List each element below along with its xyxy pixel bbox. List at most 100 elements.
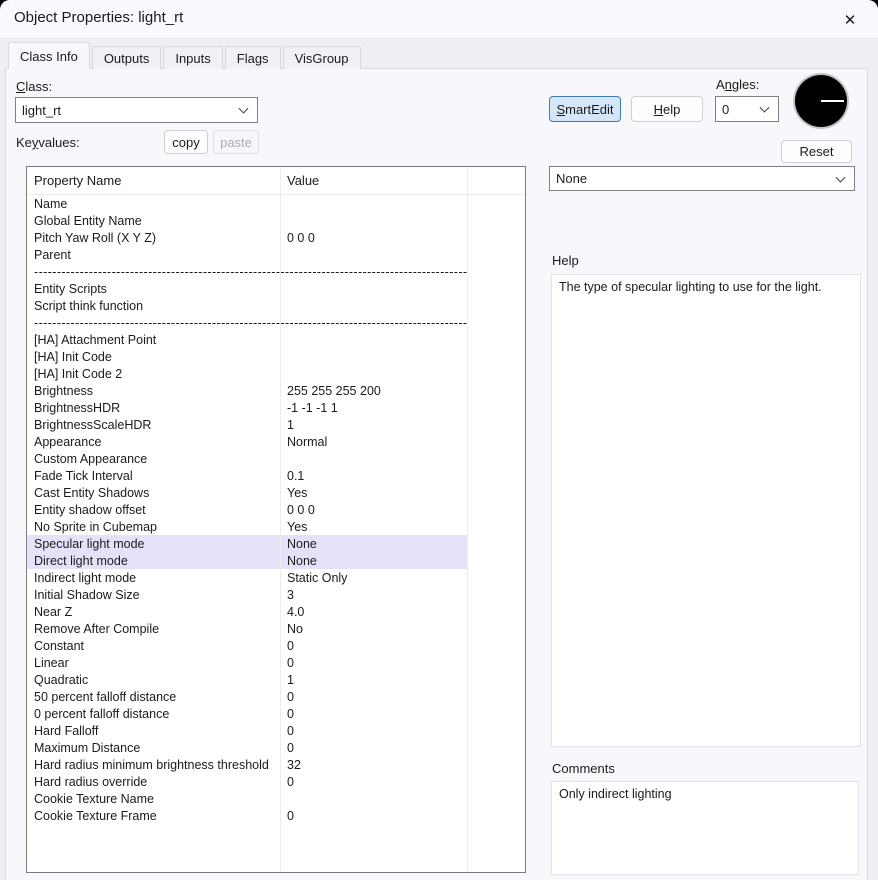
table-row[interactable]: [HA] Init Code 2 [27,365,525,382]
table-row[interactable]: ----------------------------------------… [27,263,525,280]
table-row[interactable]: ----------------------------------------… [27,314,525,331]
tab-class-info[interactable]: Class Info [8,42,90,69]
table-row[interactable]: Global Entity Name [27,212,525,229]
tab-flags[interactable]: Flags [225,46,281,69]
chevron-down-icon [836,172,846,182]
property-name-cell: No Sprite in Cubemap [27,520,280,534]
property-name-cell: Name [27,197,280,211]
property-name-cell: Parent [27,248,280,262]
property-value-cell: 0 [280,639,467,653]
property-name-cell: Custom Appearance [27,452,280,466]
property-name-cell: Linear [27,656,280,670]
table-row[interactable]: Custom Appearance [27,450,525,467]
property-name-cell: Cookie Texture Name [27,792,280,806]
reset-button[interactable]: Reset [781,140,852,163]
property-value-cell: 0 [280,809,467,823]
table-row[interactable]: Name [27,195,525,212]
value-combobox[interactable]: None [549,166,855,191]
property-name-cell: Indirect light mode [27,571,280,585]
smartedit-button[interactable]: SmartEdit [549,96,621,122]
paste-button[interactable]: paste [213,130,259,154]
property-name-cell: Constant [27,639,280,653]
table-row[interactable] [27,858,525,873]
angle-dial[interactable] [794,74,848,128]
table-row[interactable]: Brightness255 255 255 200 [27,382,525,399]
property-name-cell: Hard Falloff [27,724,280,738]
property-name-cell: Maximum Distance [27,741,280,755]
angles-combobox[interactable]: 0 [715,96,779,122]
tab-inputs[interactable]: Inputs [163,46,222,69]
property-name-cell: Cookie Texture Frame [27,809,280,823]
table-row[interactable]: Entity Scripts [27,280,525,297]
table-row[interactable] [27,841,525,858]
table-row[interactable]: Parent [27,246,525,263]
chevron-down-icon [760,103,770,113]
class-combobox[interactable]: light_rt [15,97,258,123]
property-name-cell: BrightnessScaleHDR [27,418,280,432]
window-title: Object Properties: light_rt [14,9,183,26]
table-row[interactable]: Direct light modeNone [27,552,525,569]
table-row[interactable]: Cookie Texture Name [27,790,525,807]
property-name-cell: Entity shadow offset [27,503,280,517]
table-row[interactable]: Pitch Yaw Roll (X Y Z)0 0 0 [27,229,525,246]
property-name-cell: Quadratic [27,673,280,687]
table-row[interactable]: Indirect light modeStatic Only [27,569,525,586]
table-row[interactable]: BrightnessHDR-1 -1 -1 1 [27,399,525,416]
property-value-cell: Normal [280,435,467,449]
property-name-cell: Global Entity Name [27,214,280,228]
property-value-cell: 1 [280,418,467,432]
table-row[interactable]: Fade Tick Interval0.1 [27,467,525,484]
comments-text-box[interactable]: Only indirect lighting [551,781,859,875]
table-row[interactable]: Maximum Distance0 [27,739,525,756]
property-value-cell: Static Only [280,571,467,585]
property-value-cell: 0 [280,775,467,789]
header-value: Value [280,173,467,188]
table-row[interactable] [27,824,525,841]
table-row[interactable]: Quadratic1 [27,671,525,688]
tab-strip: Class Info Outputs Inputs Flags VisGroup [8,42,363,69]
property-value-cell: 0 [280,724,467,738]
table-row[interactable]: Hard radius override0 [27,773,525,790]
table-row[interactable]: Specular light modeNone [27,535,525,552]
table-row[interactable]: Entity shadow offset0 0 0 [27,501,525,518]
table-row[interactable]: No Sprite in CubemapYes [27,518,525,535]
property-table: Property Name Value NameGlobal Entity Na… [26,166,526,873]
chevron-down-icon [239,104,249,114]
property-value-cell: 0 0 0 [280,231,467,245]
table-row[interactable]: Hard Falloff0 [27,722,525,739]
property-value-cell: 0 0 0 [280,503,467,517]
copy-button[interactable]: copy [164,130,208,154]
table-row[interactable]: Initial Shadow Size3 [27,586,525,603]
table-row[interactable]: Remove After CompileNo [27,620,525,637]
angle-circle-icon [795,75,847,127]
table-row[interactable]: AppearanceNormal [27,433,525,450]
property-name-cell: 50 percent falloff distance [27,690,280,704]
separator-row-text: ----------------------------------------… [27,316,467,330]
class-label: Class: [16,79,52,94]
help-button[interactable]: Help [631,96,703,122]
help-panel-label: Help [552,253,579,268]
property-value-cell: None [280,552,467,569]
table-row[interactable]: Cast Entity ShadowsYes [27,484,525,501]
property-value-cell: No [280,622,467,636]
close-icon[interactable]: ✕ [836,7,864,33]
table-row[interactable]: 0 percent falloff distance0 [27,705,525,722]
table-row[interactable]: Script think function [27,297,525,314]
property-name-cell: Script think function [27,299,280,313]
table-row[interactable]: Linear0 [27,654,525,671]
table-row[interactable]: BrightnessScaleHDR1 [27,416,525,433]
property-name-cell: Entity Scripts [27,282,280,296]
table-row[interactable]: Constant0 [27,637,525,654]
angles-label: Angles: [716,77,759,92]
property-name-cell: Fade Tick Interval [27,469,280,483]
tab-outputs[interactable]: Outputs [92,46,162,69]
tab-visgroup[interactable]: VisGroup [283,46,361,69]
table-row[interactable]: 50 percent falloff distance0 [27,688,525,705]
table-row[interactable]: Near Z4.0 [27,603,525,620]
table-row[interactable]: [HA] Attachment Point [27,331,525,348]
table-row[interactable]: Hard radius minimum brightness threshold… [27,756,525,773]
class-info-page: Class: light_rt Keyvalues: copy paste Pr… [5,68,868,880]
table-row[interactable]: Cookie Texture Frame0 [27,807,525,824]
property-value-cell: None [280,535,467,552]
table-row[interactable]: [HA] Init Code [27,348,525,365]
